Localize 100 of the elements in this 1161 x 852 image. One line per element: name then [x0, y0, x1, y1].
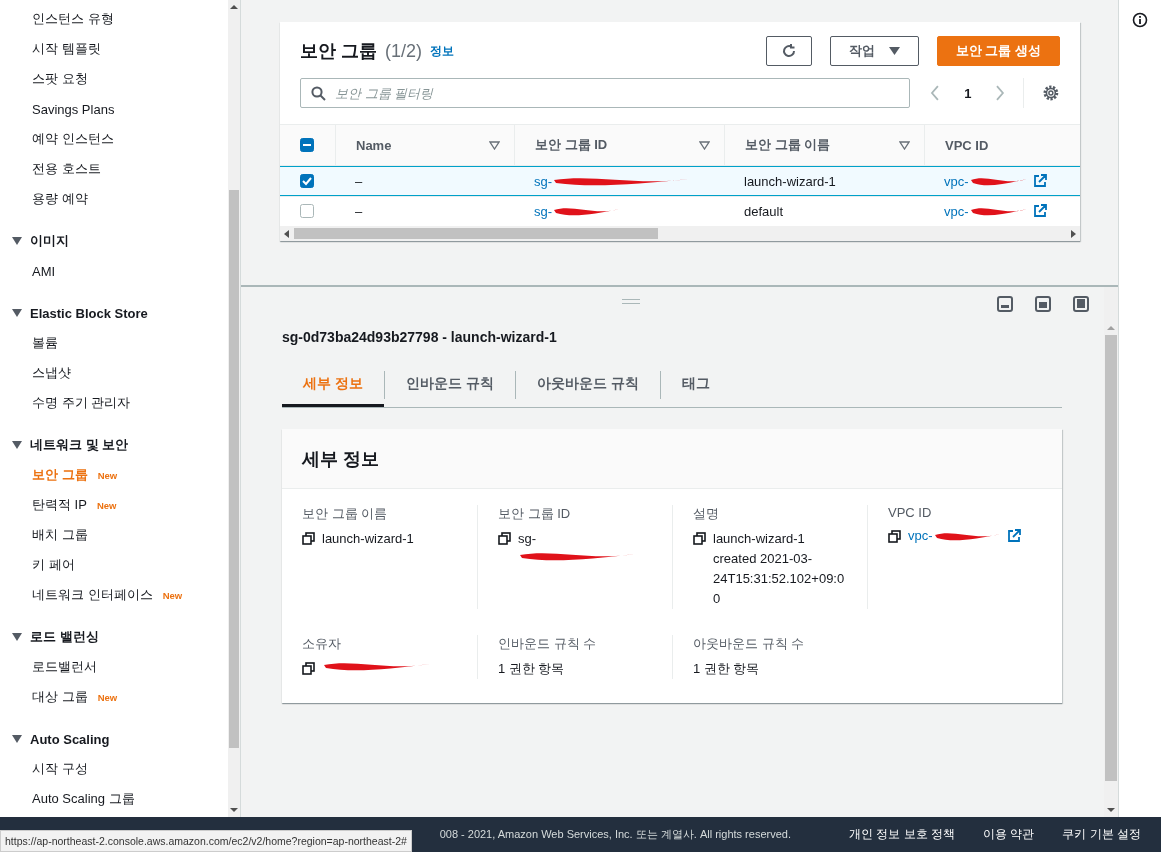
nav-section-header[interactable]: 이미지	[12, 226, 228, 256]
external-link-icon[interactable]	[1032, 174, 1047, 188]
checkbox[interactable]	[300, 138, 314, 152]
selection-count: (1/2)	[385, 40, 423, 62]
half-panel-icon[interactable]	[1035, 296, 1051, 312]
panel-title: 보안 그룹	[300, 40, 377, 63]
nav-item[interactable]: 배치 그룹	[12, 520, 228, 550]
footer-link[interactable]: 쿠키 기본 설정	[1062, 826, 1141, 843]
nav-section-header[interactable]: 네트워크 및 보안	[12, 430, 228, 460]
page-number[interactable]: 1	[954, 85, 982, 101]
field-label: 소유자	[302, 635, 342, 653]
nav-item[interactable]: 용량 예약	[12, 184, 228, 214]
field-link[interactable]: vpc-	[908, 526, 933, 546]
external-link-icon[interactable]	[1006, 529, 1021, 543]
nav-item[interactable]: 로드밸런서	[12, 652, 228, 682]
copy-icon[interactable]	[888, 529, 901, 543]
caret-icon	[12, 309, 22, 317]
card-title: 세부 정보	[282, 429, 1062, 489]
nav-item[interactable]: 탄력적 IP New	[12, 490, 228, 520]
checkbox[interactable]	[300, 204, 314, 218]
nav-item[interactable]: 스팟 요청	[12, 64, 228, 94]
nav-item[interactable]: 전용 호스트	[12, 154, 228, 184]
table-cell: vpc-	[924, 166, 1080, 196]
scrollbar[interactable]	[228, 0, 240, 817]
field-value: 1 권한 항목	[693, 660, 760, 678]
nav-item[interactable]: 키 페어	[12, 550, 228, 580]
info-icon[interactable]	[1132, 12, 1148, 28]
horizontal-scrollbar[interactable]	[280, 226, 1080, 241]
external-link-icon[interactable]	[1032, 204, 1047, 218]
copy-icon[interactable]	[498, 532, 511, 545]
scroll-left-icon[interactable]	[284, 229, 290, 238]
nav-section-header[interactable]: Auto Scaling	[12, 724, 228, 754]
checkbox[interactable]	[300, 174, 314, 188]
field-label: VPC ID	[888, 505, 933, 520]
detail-title: sg-0d73ba24d93b27798 - launch-wizard-1	[282, 329, 558, 345]
search-icon	[311, 86, 326, 101]
nav-section-header[interactable]: Elastic Block Store	[12, 298, 228, 328]
field-value: sg-	[518, 531, 537, 546]
new-label: New	[96, 499, 117, 511]
refresh-button[interactable]	[765, 36, 812, 66]
copy-icon[interactable]	[302, 532, 315, 545]
nav-item[interactable]: 네트워크 인터페이스 New	[12, 580, 228, 610]
nav-item[interactable]: Auto Scaling 그룹	[12, 784, 228, 814]
nav-item[interactable]: 인스턴스 유형	[12, 4, 228, 34]
caret-icon	[12, 441, 22, 449]
field-value: 1 권한 항목	[498, 660, 565, 678]
field-value: launch-wizard-1 created 2021-03-24T15:31:52.102+09:00	[713, 531, 845, 606]
settings-icon[interactable]	[1042, 84, 1060, 102]
sort-icon	[899, 140, 910, 150]
copyright-text: 008 - 2021, Amazon Web Services, Inc. 또는 계열사. All rights reserved.	[439, 827, 791, 842]
tab[interactable]: 아웃바운드 규칙	[515, 363, 660, 407]
sort-icon	[489, 140, 500, 150]
nav-item[interactable]: 스냅샷	[12, 358, 228, 388]
caret-icon	[12, 237, 22, 245]
caret-icon	[12, 633, 22, 641]
sort-icon	[699, 140, 710, 150]
new-label: New	[97, 469, 118, 481]
field-label: 아웃바운드 규칙 수	[693, 635, 806, 653]
split-panel-icon[interactable]	[997, 296, 1013, 312]
field-label: 인바운드 규칙 수	[498, 635, 598, 653]
new-label: New	[97, 691, 118, 703]
column-header[interactable]: Name	[335, 124, 514, 166]
filter-field[interactable]: 보안 그룹 필터링	[300, 78, 911, 108]
resize-handle[interactable]	[622, 299, 640, 304]
full-panel-icon[interactable]	[1073, 296, 1089, 312]
table-cell: –	[335, 166, 514, 196]
nav-item[interactable]: 예약 인스턴스	[12, 124, 228, 154]
nav-item[interactable]: 볼륨	[12, 328, 228, 358]
nav-section-header[interactable]: 로드 밸런싱	[12, 622, 228, 652]
table-cell: sg-	[514, 166, 724, 196]
field-label: 보안 그룹 ID	[498, 505, 572, 523]
refresh-icon	[780, 43, 797, 59]
copy-icon[interactable]	[693, 532, 706, 545]
nav-item[interactable]: 시작 템플릿	[12, 34, 228, 64]
table-cell: vpc-	[924, 196, 1080, 226]
actions-dropdown[interactable]: 작업	[829, 36, 919, 66]
column-header[interactable]: 보안 그룹 이름	[724, 124, 924, 166]
field-value: launch-wizard-1	[322, 531, 414, 546]
nav-item[interactable]: Savings Plans	[12, 94, 228, 124]
footer-link[interactable]: 개인 정보 보호 정책	[848, 826, 955, 843]
footer-link[interactable]: 이용 약관	[983, 826, 1035, 843]
caret-icon	[888, 47, 900, 55]
nav-item[interactable]: 시작 구성	[12, 754, 228, 784]
table-cell[interactable]	[280, 166, 335, 196]
nav-item[interactable]: 대상 그룹 New	[12, 682, 228, 712]
caret-icon	[12, 735, 22, 743]
tab[interactable]: 인바운드 규칙	[384, 363, 515, 407]
table-header-cell[interactable]	[280, 124, 335, 166]
nav-item[interactable]: AMI	[12, 256, 228, 286]
field-label: 설명	[693, 505, 720, 523]
column-header[interactable]: VPC ID	[924, 124, 1080, 166]
info-link[interactable]: 정보	[430, 42, 455, 60]
scroll-right-icon[interactable]	[1070, 229, 1076, 238]
column-header[interactable]: 보안 그룹 ID	[514, 124, 724, 166]
tab[interactable]: 태그	[660, 363, 731, 407]
table-cell: launch-wizard-1	[724, 166, 924, 196]
nav-item[interactable]: 수명 주기 관리자	[12, 388, 228, 418]
copy-icon[interactable]	[302, 662, 315, 675]
new-label: New	[162, 589, 183, 601]
field-label: 보안 그룹 이름	[302, 505, 389, 523]
